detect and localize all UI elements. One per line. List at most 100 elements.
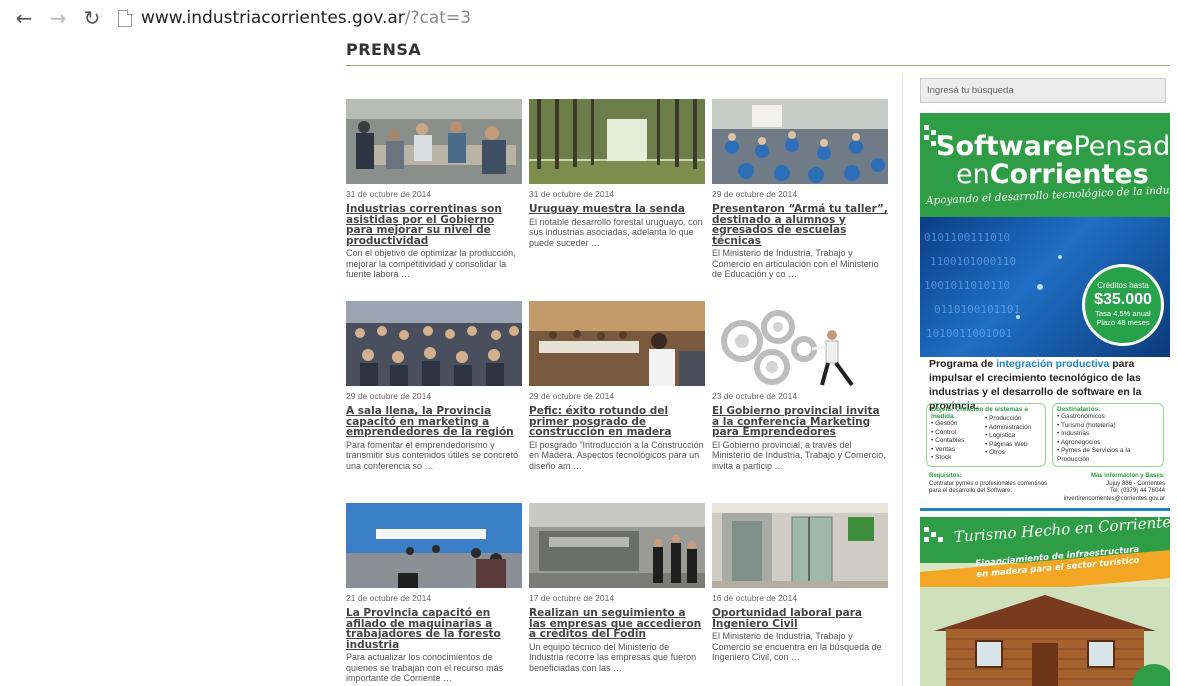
address-bar[interactable]: www.industriacorrientes.gov.ar/?cat=3: [141, 8, 471, 28]
credit-amount: $35.000: [1094, 291, 1152, 308]
article-date: 16 de octubre de 2014: [712, 593, 798, 603]
article-thumbnail[interactable]: [712, 99, 888, 184]
article-thumbnail[interactable]: [346, 99, 522, 184]
software-banner[interactable]: SoftwarePensado enCorrientes Apoyando el…: [920, 113, 1170, 511]
list-item: • Producción: [985, 415, 1022, 422]
info-email: invertirencorrientes@corrientes.gov.ar: [1063, 495, 1165, 502]
svg-text:1010011001001: 1010011001001: [926, 327, 1012, 340]
article-date: 29 de octubre de 2014: [529, 391, 615, 401]
article-excerpt: El Ministerio de Industria, Trabajo y Co…: [712, 248, 879, 279]
article-title-link[interactable]: La Provincia capacitó en afilado de maqu…: [346, 608, 522, 650]
article-excerpt: Para fomentar el emprendedorismo y trans…: [346, 439, 519, 471]
banner-footer: Requisitos: Contratar pymes o profesiona…: [929, 473, 1167, 507]
article-excerpt: El posgrado “Introducción a la Construcc…: [529, 439, 704, 471]
article-title-link[interactable]: Industrias correntinas son asistidas por…: [346, 204, 522, 246]
list-item: • Administración: [985, 423, 1032, 431]
article-thumbnail[interactable]: [346, 301, 522, 386]
recipients-title: Destinatarios:: [1057, 406, 1101, 413]
objective-list: Objeto: Creación de sistemas a medida • …: [926, 403, 1046, 467]
brand-pensado: Pensado: [1073, 131, 1170, 162]
article-thumbnail[interactable]: [712, 301, 888, 386]
browser-toolbar: ← → ↻ www.industriacorrientes.gov.ar/?ca…: [0, 0, 1177, 38]
article-excerpt: El Gobierno provincial, a través del Min…: [712, 439, 886, 471]
list-item: • Otros: [985, 449, 1005, 456]
credit-rate: Tasa 4,5% anual: [1095, 309, 1151, 318]
article-excerpt: El Ministerio de Industria, Trabajo y Co…: [712, 631, 882, 662]
url-host: www.industriacorrientes.gov.ar: [141, 8, 405, 28]
back-arrow-icon[interactable]: ←: [12, 6, 36, 30]
article-thumbnail[interactable]: [712, 503, 888, 588]
article-excerpt: Un equipo técnico del Ministerio de Indu…: [529, 641, 697, 673]
info-address: Jujuy 886 - Corrientes: [1106, 480, 1165, 487]
article-card: 16 de octubre de 2014 Oportunidad labora…: [712, 503, 888, 663]
article-excerpt: Con el objetivo de optimizar la producci…: [346, 248, 516, 279]
banner-header: SoftwarePensado enCorrientes Apoyando el…: [920, 113, 1170, 217]
search-input[interactable]: [920, 78, 1166, 103]
list-item: • Industrias: [1057, 430, 1090, 437]
contact-info: Más información y Bases: Jujuy 886 - Cor…: [1055, 473, 1165, 503]
forward-arrow-icon[interactable]: →: [46, 6, 70, 30]
requirements-text: Contratar pymes o profesionales correnti…: [929, 480, 1048, 495]
article-card: 21 de octubre de 2014 La Provincia capac…: [346, 503, 522, 684]
article-title-link[interactable]: Uruguay muestra la senda: [529, 204, 705, 215]
article-card: 29 de octubre de 2014 Presentaron “Armá …: [712, 99, 888, 280]
article-date: 29 de octubre de 2014: [346, 391, 432, 401]
reload-icon[interactable]: ↻: [80, 6, 104, 30]
info-title: Más información y Bases:: [1090, 473, 1165, 479]
article-title-link[interactable]: A sala llena, la Provincia capacitó en m…: [346, 406, 522, 438]
svg-text:1001011010110: 1001011010110: [924, 279, 1010, 292]
article-date: 29 de octubre de 2014: [712, 189, 798, 199]
objective-column-2: • Producción • Administración • Logístic…: [985, 415, 1031, 458]
article-thumbnail[interactable]: [529, 503, 705, 588]
program-lists: Objeto: Creación de sistemas a medida • …: [926, 403, 1164, 467]
list-item: • Logística: [985, 432, 1016, 439]
article-card: 17 de octubre de 2014 Realizan un seguim…: [529, 503, 705, 673]
article-date: 31 de octubre de 2014: [346, 189, 432, 199]
brand-en: en: [956, 159, 990, 190]
banner-brand-line2: enCorrientes: [956, 159, 1149, 190]
tourism-title: Turismo Hecho en Corrientes: [953, 517, 1170, 546]
page-title: PRENSA: [346, 40, 422, 59]
banner-brand-line1: SoftwarePensado: [936, 131, 1170, 162]
requirements-title: Requisitos:: [929, 473, 962, 479]
credit-term: Plazo 48 meses: [1096, 318, 1150, 327]
banner-binary-graphic: 0101100111010 1100101000110 100101101011…: [920, 217, 1170, 357]
list-item: • Turismo (hotelería): [1057, 421, 1116, 429]
cabin-illustration: [920, 587, 1170, 686]
program-highlight: integración productiva: [996, 358, 1110, 370]
requirements: Requisitos: Contratar pymes o profesiona…: [929, 473, 1059, 496]
pixel-logo-icon: [924, 527, 943, 542]
svg-text:0110100101101: 0110100101101: [934, 303, 1020, 316]
tourism-banner[interactable]: Turismo Hecho en Corrientes Financiamien…: [920, 517, 1170, 686]
article-title-link[interactable]: Realizan un seguimiento a las empresas q…: [529, 608, 705, 640]
credit-badge: Créditos hasta $35.000 Tasa 4,5% anual P…: [1082, 264, 1164, 346]
article-card: 31 de octubre de 2014 Uruguay muestra la…: [529, 99, 705, 248]
article-title-link[interactable]: El Gobierno provincial invita a la confe…: [712, 406, 888, 438]
page-icon: [118, 9, 133, 27]
article-card: 29 de octubre de 2014 Pefic: éxito rotun…: [529, 301, 705, 471]
article-title-link[interactable]: Presentaron “Armá tu taller”, destinado …: [712, 204, 888, 246]
program-text-pre: Programa de: [929, 358, 997, 370]
article-date: 17 de octubre de 2014: [529, 593, 615, 603]
info-phone: Tel: (0379) 44 76044: [1109, 488, 1165, 494]
article-excerpt: El notable desarrollo forestal uruguayo,…: [529, 216, 703, 248]
article-thumbnail[interactable]: [529, 301, 705, 386]
banner-bottom-bar: [920, 508, 1170, 511]
title-divider: [346, 65, 1170, 66]
article-card: 29 de octubre de 2014 A sala llena, la P…: [346, 301, 522, 471]
article-title-link[interactable]: Pefic: éxito rotundo del primer posgrado…: [529, 406, 705, 438]
article-card: 23 de octubre de 2014 El Gobierno provin…: [712, 301, 888, 471]
list-item: • Gastronómicos: [1057, 413, 1105, 420]
article-card: 31 de octubre de 2014 Industrias corrent…: [346, 99, 522, 280]
article-thumbnail[interactable]: [346, 503, 522, 588]
svg-text:0101100111010: 0101100111010: [924, 231, 1010, 244]
svg-text:1100101000110: 1100101000110: [930, 255, 1016, 268]
list-item: • Agronegocios: [1057, 438, 1101, 446]
article-title-link[interactable]: Oportunidad laboral para Ingeniero Civil: [712, 608, 888, 629]
recipients-list: Destinatarios: • Gastronómicos • Turismo…: [1052, 403, 1164, 467]
article-date: 21 de octubre de 2014: [346, 593, 432, 603]
list-item: • Pymes de Servicios a la Producción: [1057, 447, 1131, 463]
article-thumbnail[interactable]: [529, 99, 705, 184]
article-date: 23 de octubre de 2014: [712, 391, 798, 401]
column-divider: [902, 74, 903, 686]
